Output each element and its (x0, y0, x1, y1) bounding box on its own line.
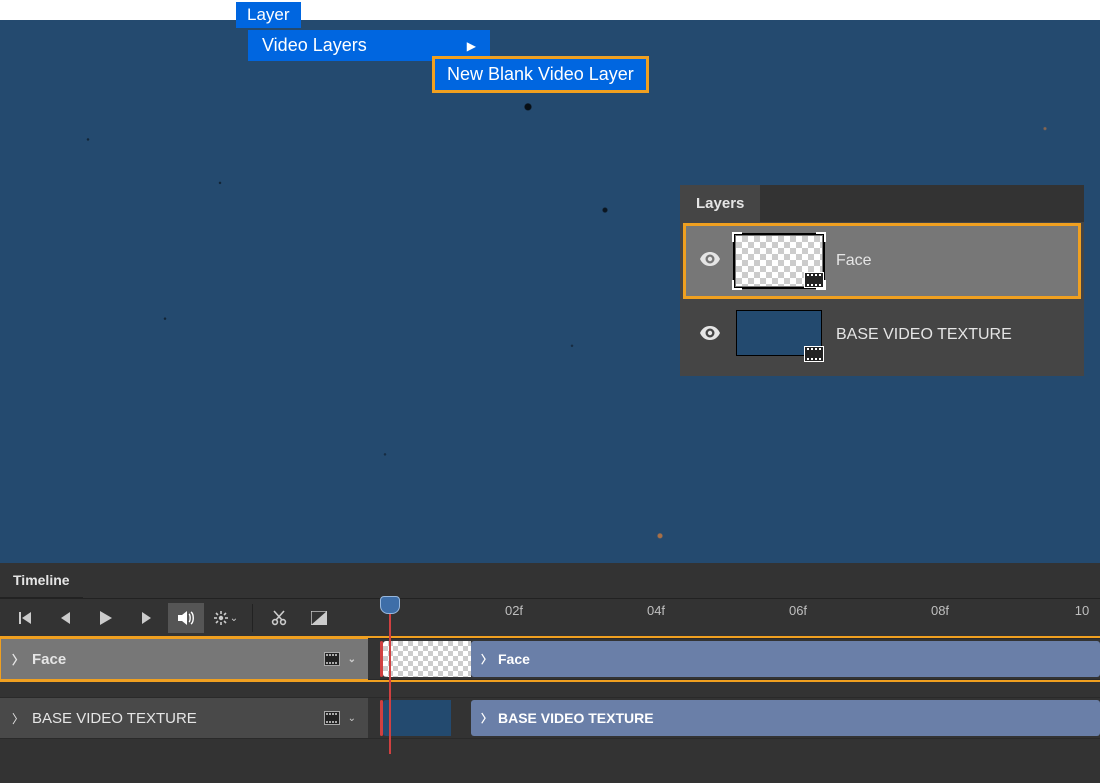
layers-tab[interactable]: Layers (680, 185, 760, 222)
track-options-dropdown[interactable]: ⌄ (348, 713, 356, 724)
timeline-tab[interactable]: Timeline (0, 563, 83, 598)
track-header[interactable]: 〉 Face ⌄ (0, 638, 368, 680)
playhead[interactable] (380, 596, 400, 614)
next-frame-button[interactable] (128, 603, 164, 633)
layers-panel: Layers Face BASE VIDEO TEXTURE (680, 185, 1084, 376)
layers-panel-tabbar: Layers (680, 185, 1084, 222)
timeline-panel: Timeline ⌄ 02f 04f 06f 08f 10 〉 Face ⌄ (0, 563, 1100, 783)
track-name-label: Face (32, 651, 66, 668)
clip-empty-region[interactable] (383, 641, 471, 677)
audio-mute-button[interactable] (168, 603, 204, 633)
clip-label: Face (498, 651, 530, 667)
menu-new-blank-video-layer[interactable]: New Blank Video Layer (432, 56, 649, 93)
layer-thumbnail (736, 310, 822, 360)
video-layer-badge-icon (804, 346, 824, 362)
chevron-right-icon: 〉 (12, 710, 24, 727)
split-clip-button[interactable] (261, 603, 297, 633)
prev-frame-button[interactable] (48, 603, 84, 633)
layer-name-label: Face (836, 252, 872, 270)
clip-face[interactable]: 〉 Face (471, 641, 1100, 677)
chevron-right-icon: 〉 (481, 651, 492, 667)
layer-row-face[interactable]: Face (686, 226, 1078, 296)
timeline-track-base-video-texture[interactable]: 〉 BASE VIDEO TEXTURE ⌄ 〉 BASE VIDEO TEXT… (0, 697, 1100, 739)
visibility-toggle-icon[interactable] (698, 326, 722, 345)
timeline-track-face[interactable]: 〉 Face ⌄ 〉 Face (0, 638, 1100, 680)
chevron-right-icon: 〉 (481, 710, 492, 726)
menu-video-layers-label: Video Layers (262, 35, 367, 56)
ruler-tick: 08f (931, 603, 949, 618)
clip-thumbnail-region[interactable] (383, 700, 451, 736)
timeline-settings-button[interactable]: ⌄ (208, 603, 244, 633)
video-track-icon (324, 652, 340, 666)
track-options-dropdown[interactable]: ⌄ (348, 654, 356, 665)
transition-button[interactable] (301, 603, 337, 633)
track-body[interactable]: 〉 Face (368, 638, 1100, 680)
submenu-arrow-icon: ▶ (467, 39, 476, 53)
ruler-tick: 10 (1075, 603, 1089, 618)
timeline-ruler[interactable]: 02f 04f 06f 08f 10 (368, 597, 1100, 637)
play-button[interactable] (88, 603, 124, 633)
video-track-icon (324, 711, 340, 725)
ruler-tick: 06f (789, 603, 807, 618)
layer-row-base-video-texture[interactable]: BASE VIDEO TEXTURE (686, 300, 1078, 370)
clip-base-video-texture[interactable]: 〉 BASE VIDEO TEXTURE (471, 700, 1100, 736)
ruler-tick: 02f (505, 603, 523, 618)
video-layer-badge-icon (804, 272, 824, 288)
menu-layer[interactable]: Layer (236, 2, 301, 28)
layer-thumbnail (736, 236, 822, 286)
layer-name-label: BASE VIDEO TEXTURE (836, 326, 1012, 344)
track-body[interactable]: 〉 BASE VIDEO TEXTURE (368, 697, 1100, 739)
chevron-right-icon: 〉 (12, 651, 24, 668)
track-name-label: BASE VIDEO TEXTURE (32, 710, 197, 727)
ruler-tick: 04f (647, 603, 665, 618)
visibility-toggle-icon[interactable] (698, 252, 722, 271)
go-to-start-button[interactable] (8, 603, 44, 633)
track-header[interactable]: 〉 BASE VIDEO TEXTURE ⌄ (0, 697, 368, 739)
clip-label: BASE VIDEO TEXTURE (498, 710, 654, 726)
